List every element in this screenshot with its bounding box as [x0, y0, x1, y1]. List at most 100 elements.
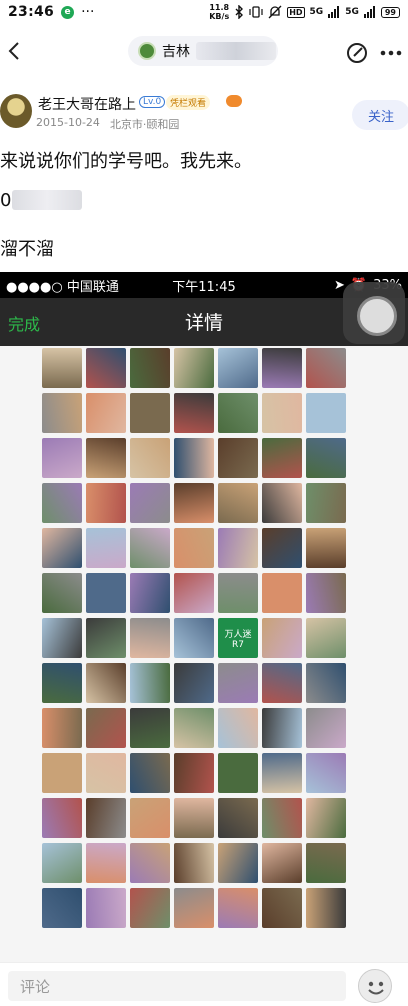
avatar-thumbnail	[130, 798, 170, 838]
avatar-thumbnail	[174, 438, 214, 478]
level-badge: Lv.0	[139, 96, 166, 108]
avatar-thumbnail	[174, 573, 214, 613]
avatar-thumbnail	[86, 483, 126, 523]
signal-bars-icon	[328, 6, 340, 18]
edit-button[interactable]	[344, 40, 370, 66]
avatar-thumbnail	[42, 663, 82, 703]
avatar-thumbnail	[86, 348, 126, 388]
avatar-thumbnail	[86, 663, 126, 703]
avatar-thumbnail	[306, 708, 346, 748]
avatar-thumbnail	[306, 348, 346, 388]
avatar-thumbnail	[174, 843, 214, 883]
network-speed-value: 11.8	[209, 3, 230, 12]
avatar-thumbnail	[86, 798, 126, 838]
group-name-blurred	[196, 42, 276, 60]
avatar-thumbnail	[86, 843, 126, 883]
edit-icon	[347, 43, 367, 63]
author-name[interactable]: 老王大哥在路上	[38, 94, 136, 114]
avatar-thumbnail	[218, 708, 258, 748]
avatar-thumbnail	[218, 573, 258, 613]
assistive-touch-icon	[343, 282, 405, 344]
avatar-thumbnail	[174, 528, 214, 568]
avatar-thumbnail	[86, 393, 126, 433]
status-time: 23:46	[8, 4, 55, 20]
avatar-thumbnail	[262, 348, 302, 388]
hd-voice-badge: HD	[287, 6, 305, 18]
author-row: 老王大哥在路上 Lv.0 凭栏观看 2015-10-24 北京市·颐和园	[0, 92, 408, 136]
avatar-thumbnail	[42, 528, 82, 568]
avatar-thumbnail	[306, 528, 346, 568]
avatar-thumbnail	[306, 753, 346, 793]
fan-badge-icon	[226, 95, 242, 107]
avatar-thumbnail	[174, 348, 214, 388]
avatar-thumbnail	[42, 438, 82, 478]
post-date: 2015-10-24	[36, 116, 100, 129]
avatar-thumbnail	[42, 843, 82, 883]
avatar-thumbnail	[130, 393, 170, 433]
avatar-thumbnail	[42, 753, 82, 793]
comment-input[interactable]: 评论	[8, 971, 346, 1001]
avatar-thumbnail	[218, 483, 258, 523]
avatar-thumbnail	[42, 348, 82, 388]
avatar-thumbnail	[262, 753, 302, 793]
avatar-thumbnail	[130, 528, 170, 568]
avatar-thumbnail	[306, 888, 346, 928]
avatar-thumbnail	[306, 843, 346, 883]
avatar-thumbnail	[130, 663, 170, 703]
avatar-thumbnail	[86, 753, 126, 793]
avatar-thumbnail	[42, 888, 82, 928]
avatar-thumbnail	[262, 663, 302, 703]
avatar-thumbnail	[262, 618, 302, 658]
network-speed: 11.8 KB/s	[209, 3, 229, 21]
post-image[interactable]: ●●●●○ 中国联通 下午11:45 ➤ ⏰ 33% 完成 详情 万人迷 R7	[0, 272, 408, 962]
avatar-thumbnail	[174, 888, 214, 928]
signal-1: 5G	[309, 7, 324, 17]
avatar-grid: 万人迷 R7	[42, 348, 354, 928]
more-notifications-icon: ···	[81, 4, 95, 20]
avatar-thumbnail	[306, 663, 346, 703]
avatar-thumbnail	[130, 843, 170, 883]
back-button[interactable]	[2, 36, 26, 66]
avatar[interactable]	[0, 94, 32, 128]
follow-button[interactable]: 关注	[352, 100, 408, 130]
avatar-thumbnail	[218, 798, 258, 838]
redacted-number	[12, 190, 82, 210]
emoji-button[interactable]	[358, 969, 392, 1003]
signal-2: 5G	[345, 7, 359, 17]
avatar-thumbnail: 万人迷 R7	[218, 618, 258, 658]
avatar-thumbnail	[218, 843, 258, 883]
group-name: 吉林	[162, 44, 190, 60]
avatar-thumbnail	[130, 753, 170, 793]
avatar-thumbnail	[86, 573, 126, 613]
post-line-3: 溜不溜	[0, 239, 54, 260]
avatar-thumbnail	[130, 483, 170, 523]
avatar-thumbnail	[306, 483, 346, 523]
avatar-thumbnail	[174, 798, 214, 838]
avatar-thumbnail	[306, 618, 346, 658]
avatar-thumbnail	[218, 393, 258, 433]
group-avatar-icon	[138, 42, 156, 60]
post-location: 北京市·颐和园	[109, 118, 180, 131]
avatar-thumbnail	[262, 438, 302, 478]
avatar-thumbnail	[130, 573, 170, 613]
signal-bars-2-icon	[363, 6, 375, 18]
avatar-thumbnail	[174, 663, 214, 703]
post-meta: 2015-10-24 北京市·颐和园	[36, 116, 179, 132]
post-line-2: 0	[0, 190, 12, 211]
status-bar: 23:46 e ··· 11.8 KB/s HD 5G 5G 99	[0, 0, 408, 24]
more-dots-icon	[380, 50, 402, 56]
avatar-thumbnail	[218, 528, 258, 568]
comment-bar: 评论	[0, 962, 408, 1006]
avatar-thumbnail	[42, 573, 82, 613]
group-pill[interactable]: 吉林	[128, 36, 278, 66]
vibrate-icon	[249, 6, 263, 18]
emoji-icon	[368, 981, 384, 995]
avatar-thumbnail	[262, 528, 302, 568]
more-button[interactable]	[378, 40, 404, 66]
avatar-thumbnail	[130, 438, 170, 478]
avatar-thumbnail	[42, 483, 82, 523]
avatar-thumbnail	[86, 708, 126, 748]
avatar-thumbnail	[306, 573, 346, 613]
avatar-thumbnail	[130, 708, 170, 748]
app-notification-icon: e	[61, 5, 75, 19]
